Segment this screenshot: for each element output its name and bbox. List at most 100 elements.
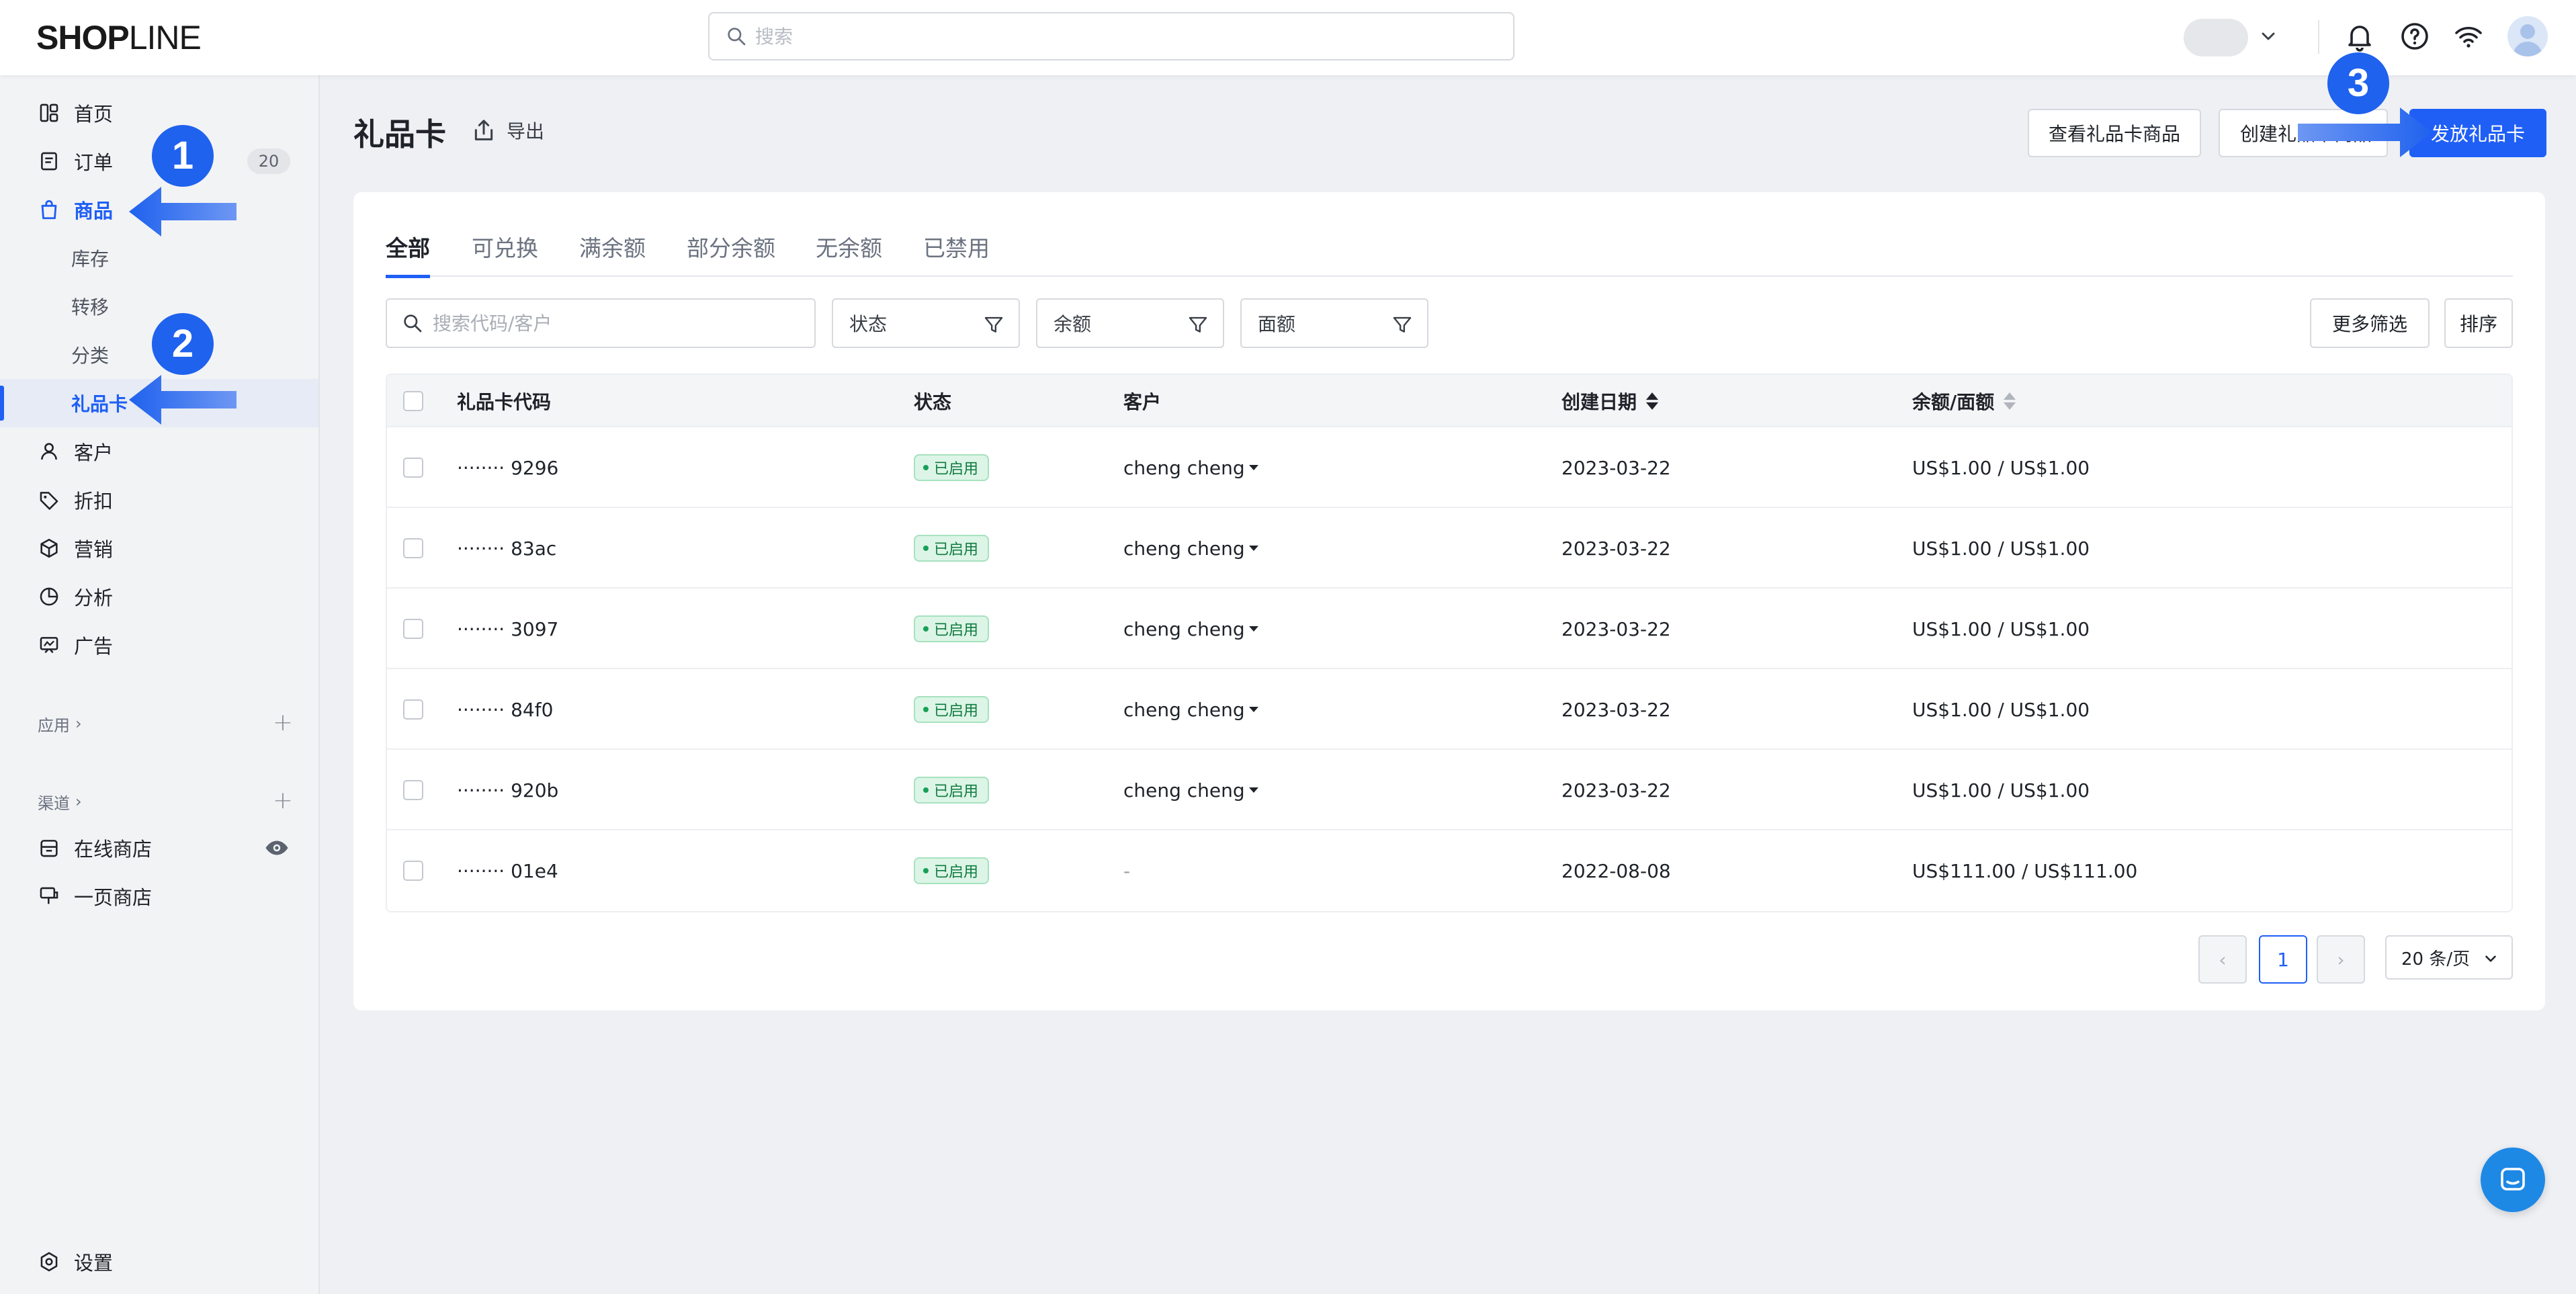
row-checkbox[interactable]: [403, 619, 423, 639]
user-avatar-icon: [2513, 24, 2542, 56]
global-search-input[interactable]: [755, 25, 1494, 48]
tab-redeemable[interactable]: 可兑换: [472, 216, 538, 277]
status-dot: [923, 465, 929, 470]
page-size-select[interactable]: 20 条/页: [2385, 935, 2513, 980]
order-icon: [41, 152, 57, 171]
sidebar-item-analytics[interactable]: 分析: [0, 572, 318, 621]
status-badge-label: 已启用: [934, 703, 979, 720]
customer-dropdown[interactable]: cheng cheng: [1123, 589, 1258, 669]
customer-dropdown[interactable]: cheng cheng: [1123, 508, 1258, 589]
step-2-marker: 2: [152, 313, 214, 375]
page-title: 礼品卡: [353, 116, 446, 153]
tab-all[interactable]: 全部: [386, 216, 430, 278]
row-checkbox[interactable]: [403, 699, 423, 720]
sidebar-item-label: 广告: [74, 635, 114, 658]
dashboard-icon: [40, 103, 58, 122]
tab-no-balance[interactable]: 无余额: [816, 216, 882, 277]
column-header-customer: 客户: [1123, 391, 1162, 413]
store-switcher[interactable]: [2184, 19, 2248, 56]
row-checkbox[interactable]: [403, 538, 423, 558]
table-row[interactable]: ········ 3097 已启用 cheng cheng 2023-03-22…: [387, 589, 2511, 669]
eye-icon[interactable]: [265, 837, 289, 859]
export-button[interactable]: 导出: [470, 117, 544, 144]
caret-down-icon: [1248, 465, 1258, 470]
column-header-balance[interactable]: 余额/面额: [1912, 375, 2017, 427]
column-header-created-label: 创建日期: [1561, 391, 1637, 413]
status-badge-label: 已启用: [934, 461, 979, 478]
customer-name: cheng cheng: [1123, 779, 1245, 802]
row-checkbox[interactable]: [403, 861, 423, 881]
balance-filter-label: 余额: [1054, 313, 1092, 335]
face-value-filter[interactable]: 面额: [1240, 298, 1428, 348]
order-count-badge: 20: [247, 148, 290, 174]
avatar[interactable]: [2507, 16, 2548, 56]
chevron-down-icon[interactable]: [2258, 26, 2279, 47]
row-checkbox[interactable]: [403, 780, 423, 800]
balance-value: US$1.00 / US$1.00: [1912, 537, 2090, 560]
gift-card-search[interactable]: [386, 298, 816, 348]
sidebar-item-online-store[interactable]: 在线商店: [0, 824, 318, 872]
table-row[interactable]: ········ 01e4 已启用 - 2022-08-08 US$111.00…: [387, 830, 2511, 911]
gift-card-code[interactable]: ········ 9296: [457, 427, 558, 508]
wifi-icon[interactable]: [2452, 20, 2485, 52]
sidebar-item-label: 分类: [71, 345, 110, 367]
sidebar-item-marketing[interactable]: 营销: [0, 524, 318, 572]
filter-icon: [1189, 316, 1207, 333]
customer-dropdown[interactable]: cheng cheng: [1123, 669, 1258, 750]
next-page-button[interactable]: ›: [2317, 935, 2365, 984]
tab-full-balance[interactable]: 满余额: [579, 216, 646, 277]
customer-dropdown[interactable]: cheng cheng: [1123, 427, 1258, 508]
prev-page-button[interactable]: ‹: [2198, 935, 2247, 984]
channels-section[interactable]: 渠道 › +: [38, 785, 293, 818]
table-row[interactable]: ········ 84f0 已启用 cheng cheng 2023-03-22…: [387, 669, 2511, 750]
status-filter-label: 状态: [849, 313, 888, 335]
select-all-checkbox[interactable]: [403, 391, 423, 411]
balance-filter[interactable]: 余额: [1036, 298, 1224, 348]
column-header-status: 状态: [914, 391, 952, 413]
arrow-left-icon: [129, 375, 237, 425]
help-icon[interactable]: [2399, 20, 2431, 52]
arrow-right-icon: [2298, 107, 2432, 157]
chevron-right-icon: ›: [75, 714, 82, 733]
table-row[interactable]: ········ 83ac 已启用 cheng cheng 2023-03-22…: [387, 508, 2511, 589]
sidebar-item-one-page-store[interactable]: 一页商店: [0, 872, 318, 920]
sidebar-item-customers[interactable]: 客户: [0, 427, 318, 476]
balance-value: US$1.00 / US$1.00: [1912, 698, 2090, 721]
gift-card-code[interactable]: ········ 84f0: [457, 669, 553, 750]
sidebar-item-ads[interactable]: 广告: [0, 621, 318, 669]
gift-card-code[interactable]: ········ 01e4: [457, 830, 558, 911]
column-header-created[interactable]: 创建日期: [1561, 375, 1660, 427]
customer-dropdown[interactable]: cheng cheng: [1123, 750, 1258, 830]
logo-thin-text: LINE: [128, 19, 202, 56]
shopline-logo[interactable]: SHOPLINE: [36, 19, 202, 56]
gift-card-code[interactable]: ········ 920b: [457, 750, 558, 830]
apps-section[interactable]: 应用 › +: [38, 707, 293, 740]
store-icon: [40, 840, 58, 857]
global-search[interactable]: [708, 12, 1514, 60]
bell-icon[interactable]: [2344, 20, 2376, 52]
page-1-button[interactable]: 1: [2259, 935, 2307, 984]
table-row[interactable]: ········ 9296 已启用 cheng cheng 2023-03-22…: [387, 427, 2511, 508]
status-cell: 已启用: [914, 427, 990, 508]
status-tabs: 全部 可兑换 满余额 部分余额 无余额 已禁用: [386, 216, 2513, 278]
gift-card-code[interactable]: ········ 3097: [457, 589, 558, 669]
sort-button[interactable]: 排序: [2444, 298, 2513, 348]
tab-partial-balance[interactable]: 部分余额: [687, 216, 775, 277]
row-checkbox[interactable]: [403, 458, 423, 478]
status-badge: 已启用: [914, 777, 990, 804]
gift-card-search-input[interactable]: [433, 312, 809, 335]
status-cell: 已启用: [914, 508, 990, 589]
more-filters-button[interactable]: 更多筛选: [2310, 298, 2430, 348]
sidebar-item-settings[interactable]: 设置: [0, 1238, 318, 1286]
gift-card-code[interactable]: ········ 83ac: [457, 508, 556, 589]
add-app-icon[interactable]: +: [273, 709, 293, 736]
status-filter[interactable]: 状态: [832, 298, 1020, 348]
table-row[interactable]: ········ 920b 已启用 cheng cheng 2023-03-22…: [387, 750, 2511, 830]
chat-button[interactable]: [2481, 1148, 2545, 1212]
view-gift-card-products-button[interactable]: 查看礼品卡商品: [2028, 109, 2201, 157]
tab-disabled[interactable]: 已禁用: [923, 216, 990, 277]
sidebar-item-label: 礼品卡: [71, 393, 128, 415]
add-channel-icon[interactable]: +: [273, 787, 293, 814]
sidebar-item-discounts[interactable]: 折扣: [0, 476, 318, 524]
sidebar-item-home[interactable]: 首页: [0, 89, 318, 137]
